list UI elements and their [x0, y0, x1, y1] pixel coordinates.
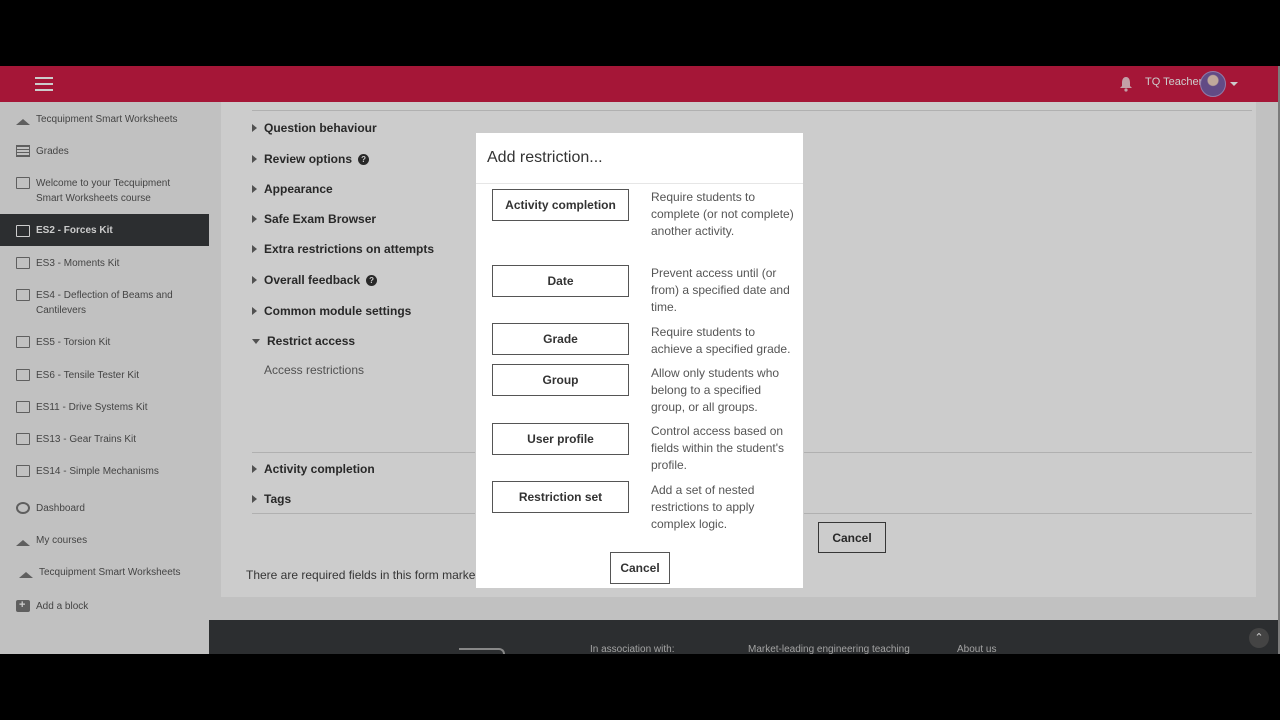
- app-viewport: TQ Teacher Tecquipment Smart Worksheets …: [0, 66, 1280, 654]
- dialog-title: Add restriction...: [487, 149, 603, 166]
- dialog-cancel-button[interactable]: Cancel: [610, 552, 670, 584]
- add-restriction-dialog: Add restriction... Activity completion R…: [475, 132, 804, 589]
- user-profile-button[interactable]: User profile: [492, 423, 629, 455]
- grade-description: Require students to achieve a specified …: [651, 325, 791, 356]
- activity-completion-button[interactable]: Activity completion: [492, 189, 629, 221]
- restriction-set-button[interactable]: Restriction set: [492, 481, 629, 513]
- user-profile-description: Control access based on fields within th…: [651, 424, 785, 472]
- group-description: Allow only students who belong to a spec…: [651, 366, 780, 414]
- date-button[interactable]: Date: [492, 265, 629, 297]
- group-button[interactable]: Group: [492, 364, 629, 396]
- grade-button[interactable]: Grade: [492, 323, 629, 355]
- restriction-set-description: Add a set of nested restrictions to appl…: [651, 483, 755, 531]
- date-description: Prevent access until (or from) a specifi…: [651, 266, 790, 314]
- divider: [476, 183, 803, 184]
- mouse-pointer-icon: [587, 399, 592, 411]
- activity-completion-description: Require students to complete (or not com…: [651, 190, 794, 238]
